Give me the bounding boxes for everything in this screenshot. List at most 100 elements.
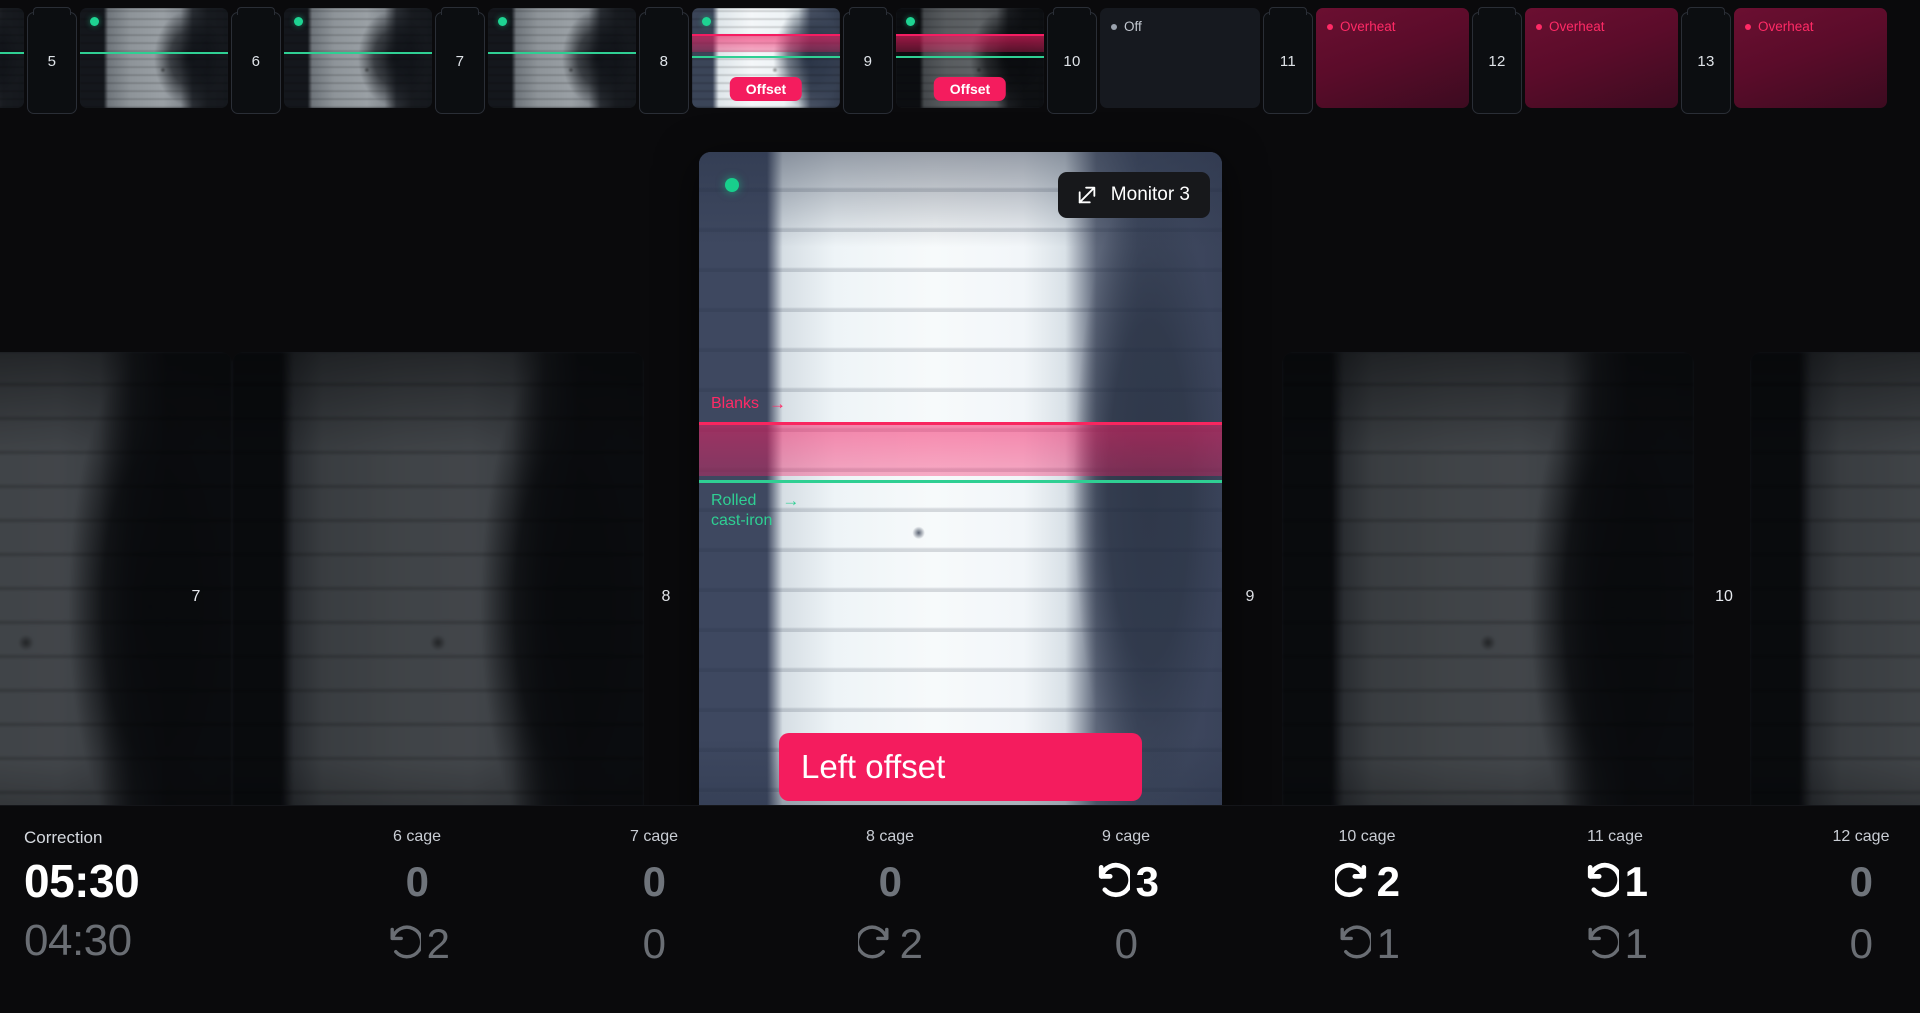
cage-tab-10[interactable]: 10 [1044, 6, 1100, 116]
cage-thumbnail-tile[interactable] [80, 8, 228, 108]
xray-thumbnail [284, 8, 432, 108]
cage-counter-primary: 2 [1292, 854, 1442, 910]
status-badge: Overheat [1327, 19, 1396, 34]
cage-tab-13[interactable]: 13 [1678, 6, 1734, 116]
blanks-band-overlay [699, 422, 1222, 476]
arrow-right-icon: → [769, 394, 787, 413]
cage-counter-primary-value: 0 [642, 858, 666, 905]
cage-counter-secondary-value: 0 [1849, 920, 1873, 967]
cage-status-tile-overheat[interactable]: Overheat [1734, 8, 1887, 108]
alert-banner-left-offset[interactable]: Left offset [779, 733, 1142, 801]
cage-counter-primary-value: 0 [878, 858, 902, 905]
cage-counter-secondary-value: 1 [1624, 920, 1648, 967]
cage-counter-label: 9 cage [1101, 828, 1151, 845]
cage-counter-7[interactable]: 7 cage 0 0 [579, 828, 729, 972]
status-badge-label: Off [1124, 19, 1142, 34]
side-preview-panel-left-edge[interactable] [0, 352, 232, 862]
cage-counter-secondary: 2 [815, 916, 965, 972]
mid-cage-number-7: 7 [191, 588, 201, 605]
arrow-right-icon: → [782, 491, 800, 510]
side-preview-panel-right-edge[interactable] [1750, 352, 1920, 862]
cage-counter-label: 12 cage [1832, 828, 1890, 845]
rotate-counterclockwise-icon [1583, 924, 1621, 965]
main-monitor-panel[interactable]: Monitor 3 Blanks → Rolled cast-iron → Le… [699, 152, 1222, 832]
status-badge-label: Overheat [1549, 19, 1605, 34]
cage-thumbnail-strip[interactable]: 5 6 7 8 Offset 9 Offset 10 Off 11 Overheat 12 Overhe… [0, 0, 1920, 125]
cage-tab-number: 7 [455, 52, 465, 70]
cage-counter-secondary-value: 0 [642, 920, 666, 967]
cage-status-tile-off[interactable]: Off [1100, 8, 1260, 108]
cage-thumbnail-tile[interactable] [488, 8, 636, 108]
cage-status-tile-overheat[interactable]: Overheat [1316, 8, 1469, 108]
cage-counter-primary: 0 [342, 854, 492, 910]
rolled-cast-iron-line [284, 52, 432, 54]
cage-counter-secondary-value: 2 [899, 920, 923, 967]
rolled-cast-iron-line [0, 52, 24, 54]
rotate-counterclockwise-icon [1335, 924, 1373, 965]
cage-counter-primary-value: 2 [1376, 858, 1400, 905]
side-preview-panel-7[interactable] [232, 352, 644, 862]
cage-counter-secondary: 2 [342, 916, 492, 972]
status-dot-online [90, 17, 99, 26]
cage-counter-primary: 1 [1540, 854, 1690, 910]
side-preview-panel-10[interactable] [1282, 352, 1694, 862]
status-dot-online [725, 178, 739, 192]
xray-image [1750, 352, 1920, 862]
cage-tab-11[interactable]: 11 [1260, 6, 1316, 116]
cage-counter-secondary-value: 2 [426, 920, 450, 967]
monitor-label-text: Monitor 3 [1110, 184, 1190, 205]
cage-counter-6[interactable]: 6 cage 0 2 [342, 828, 492, 972]
annotation-blanks-label: Blanks [711, 395, 760, 412]
cage-counter-secondary: 0 [1051, 916, 1201, 972]
cage-counter-primary: 0 [815, 854, 965, 910]
cage-tab-number: 12 [1488, 52, 1506, 70]
blanks-band-overlay [896, 34, 1044, 52]
offset-chip[interactable]: Offset [933, 77, 1007, 101]
cage-counter-secondary: 1 [1540, 916, 1690, 972]
cage-counter-secondary-value: 1 [1376, 920, 1400, 967]
cage-thumbnail-tile[interactable]: Offset [896, 8, 1044, 108]
cage-tab-8[interactable]: 8 [636, 6, 692, 116]
cage-thumbnail-tile[interactable]: Offset [692, 8, 840, 108]
xray-image [1282, 352, 1694, 862]
status-dot-online [498, 17, 507, 26]
cage-tab-9[interactable]: 9 [840, 6, 896, 116]
status-dot-online [906, 17, 915, 26]
offset-chip[interactable]: Offset [729, 77, 803, 101]
status-dot-online [294, 17, 303, 26]
cage-status-tile-overheat[interactable]: Overheat [1525, 8, 1678, 108]
monitoring-app: 5 6 7 8 Offset 9 Offset 10 Off 11 Overheat 12 Overhe… [0, 0, 1920, 1013]
cage-thumbnail-tile[interactable] [0, 8, 24, 108]
status-badge-label: Overheat [1758, 19, 1814, 34]
external-link-icon [1076, 184, 1098, 206]
blanks-band-overlay [692, 34, 840, 52]
mid-cage-number-9: 9 [1245, 588, 1255, 605]
cage-counter-12[interactable]: 12 cage 0 0 [1786, 828, 1920, 972]
cage-counter-label: 10 cage [1338, 828, 1396, 845]
cage-counter-9[interactable]: 9 cage 3 0 [1051, 828, 1201, 972]
monitor-label-button[interactable]: Monitor 3 [1057, 172, 1210, 218]
cage-tab-5[interactable]: 5 [24, 6, 80, 116]
cage-counter-primary-value: 0 [405, 858, 429, 905]
cage-counter-label: 11 cage [1587, 828, 1643, 845]
cage-thumbnail-tile[interactable] [284, 8, 432, 108]
cage-tab-6[interactable]: 6 [228, 6, 284, 116]
status-dot-icon [1745, 23, 1751, 30]
status-badge-label: Overheat [1340, 19, 1396, 34]
rolled-cast-iron-line [896, 56, 1044, 58]
cage-tab-7[interactable]: 7 [432, 6, 488, 116]
cage-counter-10[interactable]: 10 cage 2 1 [1292, 828, 1442, 972]
cage-counter-secondary: 0 [579, 916, 729, 972]
rotate-clockwise-icon [855, 924, 894, 965]
cage-counter-primary: 0 [1786, 854, 1920, 910]
cage-counter-8[interactable]: 8 cage 0 2 [815, 828, 965, 972]
xray-image [232, 352, 644, 862]
cage-counter-11[interactable]: 11 cage 1 1 [1540, 828, 1690, 972]
status-badge: Off [1111, 19, 1142, 34]
cage-tab-number: 10 [1063, 52, 1081, 70]
xray-thumbnail [488, 8, 636, 108]
cage-tab-12[interactable]: 12 [1469, 6, 1525, 116]
status-dot-icon [1536, 23, 1542, 30]
cage-counter-label: 7 cage [629, 828, 679, 845]
cage-counter-secondary-value: 0 [1114, 920, 1138, 967]
